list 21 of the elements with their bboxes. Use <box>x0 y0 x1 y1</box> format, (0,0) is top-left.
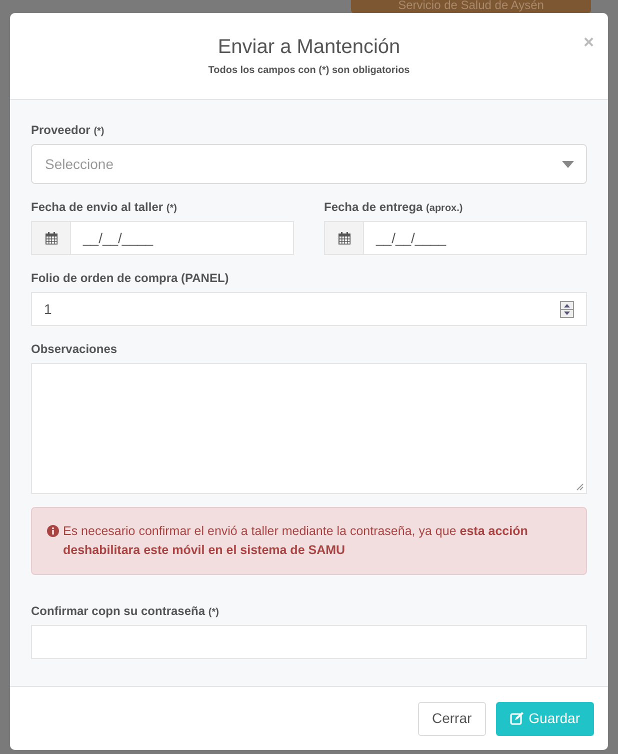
calendar-icon <box>338 232 350 244</box>
password-field[interactable] <box>31 625 587 659</box>
field-label: Proveedor (*) <box>31 122 104 139</box>
date-field[interactable]: __/__/____ <box>70 221 294 255</box>
date-field[interactable]: __/__/____ <box>363 221 587 255</box>
modal-title: Enviar a Mantención <box>218 35 400 59</box>
spinner-icon[interactable] <box>560 300 574 318</box>
field-label: Folio de orden de compra (PANEL) <box>31 270 229 287</box>
resize-handle-icon[interactable] <box>576 483 584 491</box>
info-icon <box>47 525 59 537</box>
modal-subtitle: Todos los campos con (*) son obligatorios <box>208 64 410 78</box>
edit-icon <box>510 712 524 725</box>
number-field[interactable]: 1 <box>31 292 587 326</box>
field-label: Fecha de envio al taller (*) <box>31 199 177 216</box>
field-label: Confirmar copn su contraseña (*) <box>31 603 219 620</box>
calendar-icon <box>44 232 58 244</box>
caret-icon <box>562 160 574 168</box>
warning-text: Es necesario confirmar el envió a taller mediante la contraseña, ya que esta acción deshabilitara este móvil en el sistema de SAMU <box>63 523 529 559</box>
field-label: Fecha de entrega (aprox.) <box>324 199 463 216</box>
close-dialog-button[interactable]: Cerrar <box>418 702 486 736</box>
field-label: Observaciones <box>31 341 118 358</box>
